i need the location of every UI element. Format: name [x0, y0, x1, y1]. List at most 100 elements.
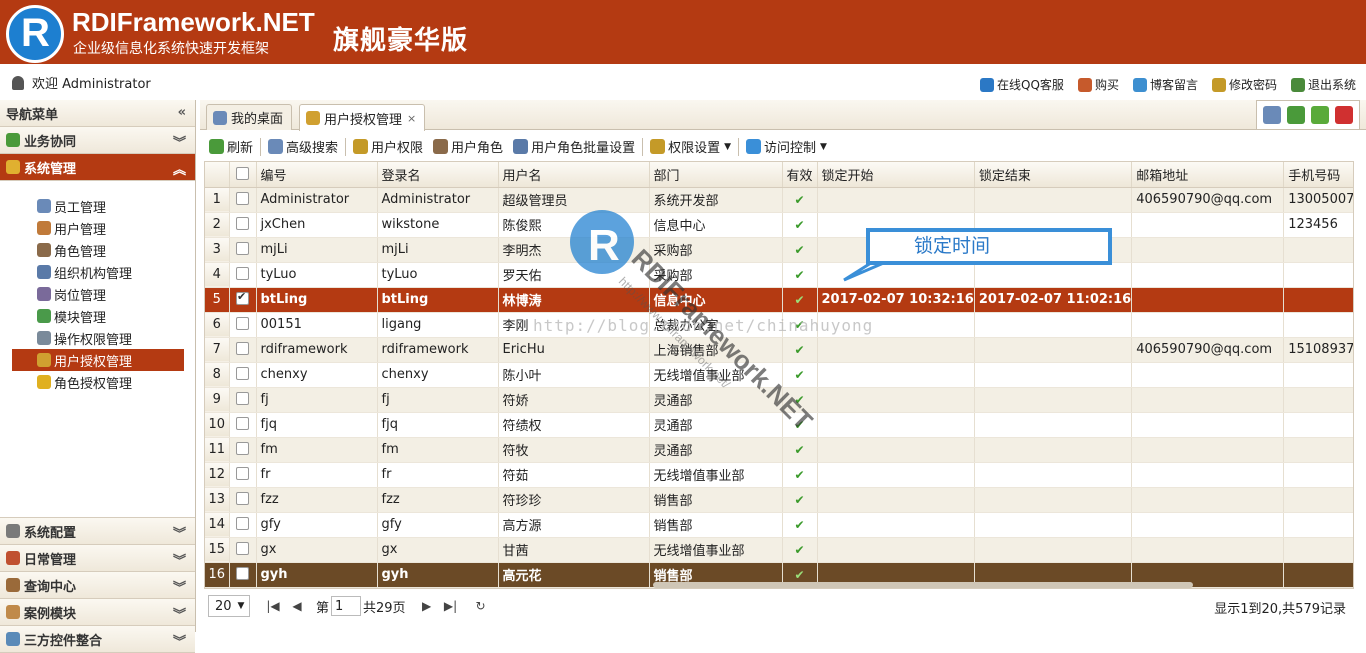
table-row[interactable]: 2 jxChen wikstone 陈俊熙 信息中心 ✔ 123456: [205, 212, 1353, 238]
nav-menu-header[interactable]: 导航菜单 «: [0, 100, 195, 127]
top-link-1[interactable]: 在线QQ客服: [980, 76, 1064, 93]
fullscreen-icon[interactable]: [1311, 106, 1329, 124]
toolbar-separator: [642, 137, 644, 156]
sidebar-item-employee[interactable]: 员工管理: [12, 195, 184, 217]
collapse-icon[interactable]: «: [178, 105, 186, 120]
table-row[interactable]: 8 chenxy chenxy 陈小叶 无线增值事业部 ✔: [205, 362, 1353, 388]
toolbar-button-4[interactable]: 用户角色: [428, 136, 508, 158]
toolbar-label: 用户角色: [451, 141, 504, 156]
row-checkbox[interactable]: [229, 237, 257, 263]
column-header[interactable]: 用户名: [498, 162, 650, 188]
column-header[interactable]: 部门: [649, 162, 783, 188]
row-checkbox[interactable]: [229, 212, 257, 238]
chevron-icon[interactable]: ︾: [173, 604, 186, 623]
close-tab-icon[interactable]: ×: [407, 112, 416, 125]
toolbar-separator: [260, 137, 262, 156]
column-header[interactable]: 邮箱地址: [1131, 162, 1285, 188]
next-page-icon[interactable]: ▶: [418, 597, 436, 615]
chevron-icon[interactable]: ︾: [173, 523, 186, 542]
row-checkbox[interactable]: [229, 187, 257, 213]
toolbar-button-1[interactable]: 刷新: [204, 136, 258, 158]
first-page-icon[interactable]: |◀: [264, 597, 282, 615]
top-link-2[interactable]: 购买: [1077, 76, 1119, 93]
sidebar-item-org[interactable]: 组织机构管理: [12, 261, 184, 283]
table-row[interactable]: 14 gfy gfy 高方源 销售部 ✔: [205, 512, 1353, 538]
close-icon[interactable]: [1335, 106, 1353, 124]
chevron-icon[interactable]: ︾: [173, 550, 186, 569]
top-link-3[interactable]: 博客留言: [1132, 76, 1198, 93]
table-row[interactable]: 7 rdiframework rdiframework EricHu 上海销售部 ✔ 406…: [205, 337, 1353, 363]
row-checkbox[interactable]: [229, 312, 257, 338]
page-number-input[interactable]: 1: [331, 596, 362, 616]
row-checkbox[interactable]: [229, 487, 257, 513]
sidebar-item-post[interactable]: 岗位管理: [12, 283, 184, 305]
cell-name: 符珍珍: [498, 487, 650, 513]
table-row[interactable]: 1 Administrator Administrator 超级管理员 系统开发部 ✔ 40…: [205, 187, 1353, 213]
tab-user-auth[interactable]: 用户授权管理 ×: [299, 104, 426, 131]
table-row[interactable]: 12 fr fr 符茹 无线增值事业部 ✔: [205, 462, 1353, 488]
table-row[interactable]: 11 fm fm 符牧 灵通部 ✔: [205, 437, 1353, 463]
reload-icon[interactable]: ↻: [472, 597, 490, 615]
chevron-icon[interactable]: ︾: [173, 132, 186, 151]
table-row[interactable]: 3 mjLi mjLi 李明杰 采购部 ✔: [205, 237, 1353, 263]
horizontal-scrollbar[interactable]: [653, 582, 1193, 588]
sidebar-item-permission[interactable]: 操作权限管理: [12, 327, 184, 349]
toolbar-button-2[interactable]: 高级搜索: [263, 136, 343, 158]
row-checkbox[interactable]: [229, 562, 257, 588]
toolbar-button-7[interactable]: 访问控制 ▼: [741, 136, 832, 158]
top-link-5[interactable]: 退出系统: [1290, 76, 1356, 93]
toolbar-button-3[interactable]: 用户权限: [348, 136, 428, 158]
cell-email: [1131, 462, 1285, 488]
row-checkbox[interactable]: [229, 337, 257, 363]
accordion-book[interactable]: 查询中心 ︾: [0, 572, 195, 599]
table-row[interactable]: 4 tyLuo tyLuo 罗天佑 采购部 ✔: [205, 262, 1353, 288]
toolbar-button-6[interactable]: 权限设置 ▼: [645, 136, 736, 158]
sidebar-item-role-auth[interactable]: 角色授权管理: [12, 371, 184, 393]
column-header[interactable]: 编号: [256, 162, 378, 188]
row-checkbox[interactable]: [229, 387, 257, 413]
accordion-case[interactable]: 案例模块 ︾: [0, 599, 195, 626]
column-header[interactable]: 锁定开始: [817, 162, 975, 188]
home-icon[interactable]: [1263, 106, 1281, 124]
accordion-config[interactable]: 系统配置 ︾: [0, 518, 195, 545]
prev-page-icon[interactable]: ◀: [288, 597, 306, 615]
chevron-icon[interactable]: ︽: [173, 159, 186, 178]
column-header[interactable]: 登录名: [377, 162, 499, 188]
module-icon: [37, 309, 51, 323]
refresh-icon[interactable]: [1287, 106, 1305, 124]
select-all-checkbox[interactable]: [229, 162, 257, 188]
row-checkbox[interactable]: [229, 287, 257, 313]
row-checkbox[interactable]: [229, 262, 257, 288]
tab-desktop[interactable]: 我的桌面: [206, 104, 293, 130]
table-row[interactable]: 13 fzz fzz 符珍珍 销售部 ✔: [205, 487, 1353, 513]
column-header[interactable]: 有效: [782, 162, 818, 188]
chevron-icon[interactable]: ︾: [173, 631, 186, 650]
accordion-handshake[interactable]: 业务协同 ︾: [0, 127, 195, 154]
sidebar-item-module[interactable]: 模块管理: [12, 305, 184, 327]
row-checkbox[interactable]: [229, 537, 257, 563]
accordion-system[interactable]: 系统管理 ︽: [0, 154, 195, 181]
sidebar-item-role[interactable]: 角色管理: [12, 239, 184, 261]
top-link-4[interactable]: 修改密码: [1211, 76, 1277, 93]
page-size-select[interactable]: 20 ▼: [208, 595, 250, 617]
column-header[interactable]: 手机号码: [1283, 162, 1353, 188]
toolbar-button-5[interactable]: 用户角色批量设置: [508, 136, 640, 158]
row-checkbox[interactable]: [229, 437, 257, 463]
chevron-icon[interactable]: ︾: [173, 577, 186, 596]
sidebar-item-user-auth[interactable]: 用户授权管理: [12, 349, 184, 371]
cell-dept: 上海销售部: [649, 337, 783, 363]
accordion-calendar[interactable]: 日常管理 ︾: [0, 545, 195, 572]
row-checkbox[interactable]: [229, 512, 257, 538]
sidebar-item-user[interactable]: 用户管理: [12, 217, 184, 239]
table-row[interactable]: 15 gx gx 甘茜 无线增值事业部 ✔: [205, 537, 1353, 563]
table-row[interactable]: 10 fjq fjq 符绩权 灵通部 ✔: [205, 412, 1353, 438]
row-checkbox[interactable]: [229, 362, 257, 388]
column-header[interactable]: 锁定结束: [974, 162, 1133, 188]
accordion-plugin[interactable]: 三方控件整合 ︾: [0, 626, 195, 653]
row-checkbox[interactable]: [229, 462, 257, 488]
table-row[interactable]: 9 fj fj 符娇 灵通部 ✔: [205, 387, 1353, 413]
table-row[interactable]: 5btLingbtLing林博涛信息中心✔2017-02-07 10:32:16…: [205, 287, 1353, 313]
last-page-icon[interactable]: ▶|: [442, 597, 460, 615]
row-checkbox[interactable]: [229, 412, 257, 438]
cell-code: gyh: [256, 562, 378, 588]
